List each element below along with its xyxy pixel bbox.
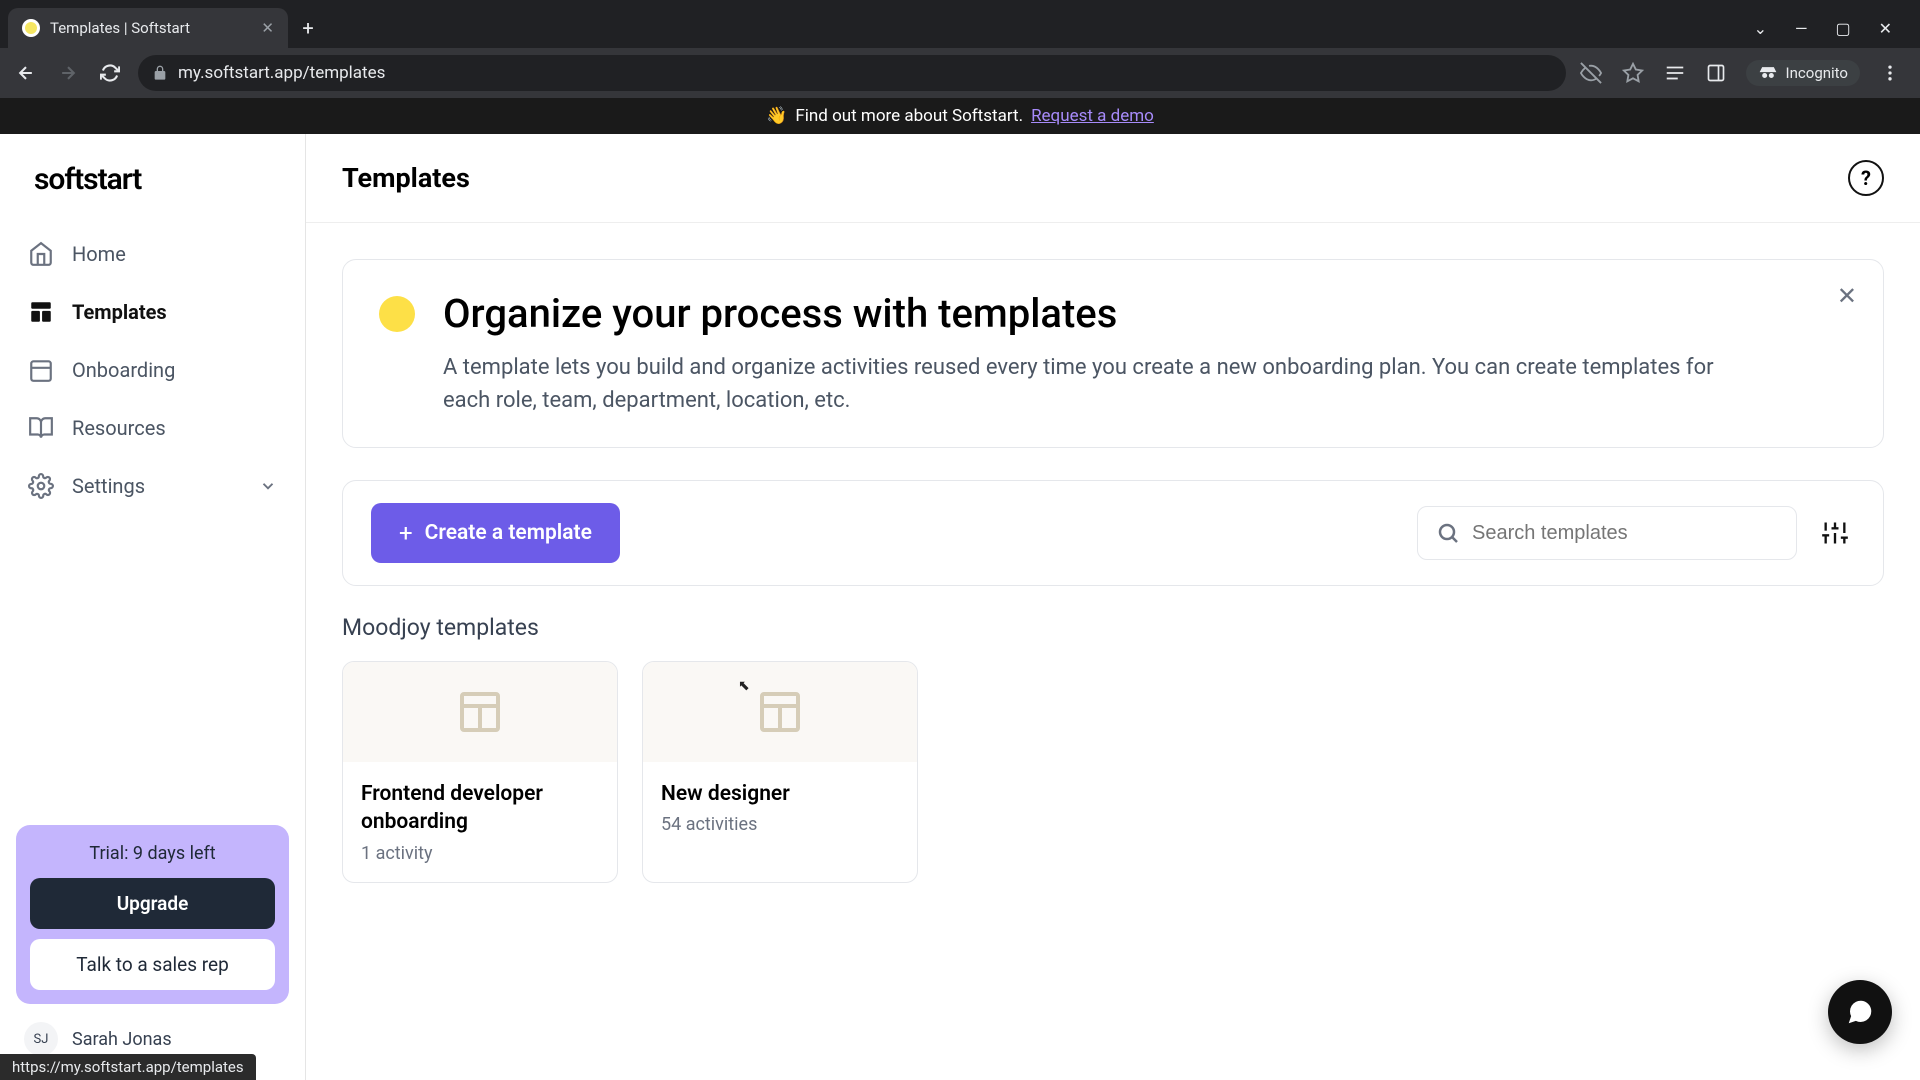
help-button[interactable]: ? [1848, 160, 1884, 196]
eye-off-icon[interactable] [1580, 62, 1602, 84]
incognito-icon [1758, 66, 1778, 80]
avatar: SJ [24, 1022, 58, 1056]
favicon-icon [22, 19, 40, 37]
section-title: Moodjoy templates [342, 614, 1884, 641]
incognito-badge[interactable]: Incognito [1746, 60, 1860, 86]
addr-right: Incognito [1580, 60, 1908, 86]
gear-icon [28, 473, 54, 499]
chevron-down-icon [259, 477, 277, 495]
toolbar: + Create a template [342, 480, 1884, 586]
tab-bar: Templates | Softstart ✕ + ⌄ — ▢ ✕ [0, 0, 1920, 48]
create-template-button[interactable]: + Create a template [371, 503, 620, 563]
create-label: Create a template [425, 521, 592, 545]
page-title: Templates [342, 162, 470, 194]
sidebar-item-label: Onboarding [72, 358, 175, 382]
intro-title: Organize your process with templates [443, 290, 1743, 337]
template-name: Frontend developer onboarding [361, 780, 599, 837]
main: Templates ? Organize your process with t… [306, 134, 1920, 1080]
tab-dropdown-icon[interactable]: ⌄ [1754, 19, 1767, 38]
side-panel-icon[interactable] [1706, 63, 1726, 83]
address-bar: my.softstart.app/templates Incognito [0, 48, 1920, 98]
intro-card: Organize your process with templates A t… [342, 259, 1884, 448]
main-header: Templates ? [306, 134, 1920, 223]
window-controls: ⌄ — ▢ ✕ [1754, 19, 1912, 38]
back-button[interactable] [12, 59, 40, 87]
sidebar-item-resources[interactable]: Resources [16, 399, 289, 457]
template-meta: 54 activities [661, 814, 899, 835]
trial-box: Trial: 9 days left Upgrade Talk to a sal… [16, 825, 289, 1004]
maximize-icon[interactable]: ▢ [1835, 19, 1850, 38]
templates-icon [28, 299, 54, 325]
logo[interactable]: softstart [16, 162, 289, 197]
reload-icon [100, 63, 120, 83]
banner-text: Find out more about Softstart. [795, 106, 1023, 126]
tab-title: Templates | Softstart [50, 19, 251, 37]
home-icon [28, 241, 54, 267]
star-icon[interactable] [1622, 62, 1644, 84]
sidebar-item-home[interactable]: Home [16, 225, 289, 283]
content: Organize your process with templates A t… [306, 223, 1920, 1080]
sliders-icon [1821, 519, 1849, 547]
new-tab-button[interactable]: + [292, 12, 324, 44]
chat-fab[interactable] [1828, 980, 1892, 1044]
forward-button[interactable] [54, 59, 82, 87]
sidebar-item-label: Home [72, 242, 126, 266]
reading-list-icon[interactable] [1664, 62, 1686, 84]
intro-body: A template lets you build and organize a… [443, 351, 1743, 417]
template-icon [456, 688, 504, 736]
promo-banner: 👋 Find out more about Softstart. Request… [0, 98, 1920, 134]
incognito-label: Incognito [1786, 64, 1848, 82]
arrow-right-icon [58, 63, 78, 83]
app: softstart Home Templates Onboarding Reso… [0, 134, 1920, 1080]
template-icon [756, 688, 804, 736]
template-meta: 1 activity [361, 843, 599, 864]
close-intro-button[interactable]: ✕ [1837, 282, 1857, 310]
browser-tab[interactable]: Templates | Softstart ✕ [8, 8, 288, 48]
accent-dot-icon [379, 296, 415, 332]
search-icon [1436, 521, 1460, 545]
sidebar: softstart Home Templates Onboarding Reso… [0, 134, 306, 1080]
upgrade-button[interactable]: Upgrade [30, 878, 275, 929]
search-input[interactable] [1472, 522, 1778, 545]
template-card[interactable]: New designer 54 activities [642, 661, 918, 883]
sidebar-item-templates[interactable]: Templates [16, 283, 289, 341]
template-name: New designer [661, 780, 899, 808]
filter-button[interactable] [1815, 513, 1855, 553]
chat-icon [1845, 997, 1875, 1027]
template-cards: Frontend developer onboarding 1 activity… [342, 661, 1884, 883]
template-thumb [643, 662, 917, 762]
sidebar-item-onboarding[interactable]: Onboarding [16, 341, 289, 399]
sidebar-item-label: Settings [72, 474, 145, 498]
search-box[interactable] [1417, 506, 1797, 560]
calendar-icon [28, 357, 54, 383]
talk-to-sales-button[interactable]: Talk to a sales rep [30, 939, 275, 990]
close-window-icon[interactable]: ✕ [1879, 19, 1892, 38]
plus-icon: + [399, 519, 413, 547]
reload-button[interactable] [96, 59, 124, 87]
user-name: Sarah Jonas [72, 1029, 172, 1050]
url-text: my.softstart.app/templates [178, 63, 385, 83]
sidebar-item-label: Templates [72, 300, 167, 324]
status-bar: https://my.softstart.app/templates [0, 1054, 256, 1080]
template-card[interactable]: Frontend developer onboarding 1 activity [342, 661, 618, 883]
banner-link[interactable]: Request a demo [1031, 106, 1154, 126]
close-tab-icon[interactable]: ✕ [261, 19, 274, 37]
template-thumb [343, 662, 617, 762]
wave-emoji-icon: 👋 [766, 106, 787, 126]
sidebar-item-settings[interactable]: Settings [16, 457, 289, 515]
arrow-left-icon [16, 63, 36, 83]
book-icon [28, 415, 54, 441]
minimize-icon[interactable]: — [1795, 19, 1808, 38]
lock-icon [152, 65, 168, 81]
trial-text: Trial: 9 days left [30, 839, 275, 868]
browser-chrome: Templates | Softstart ✕ + ⌄ — ▢ ✕ my.sof… [0, 0, 1920, 98]
sidebar-item-label: Resources [72, 416, 166, 440]
url-field[interactable]: my.softstart.app/templates [138, 55, 1566, 91]
kebab-menu-icon[interactable] [1880, 63, 1900, 83]
